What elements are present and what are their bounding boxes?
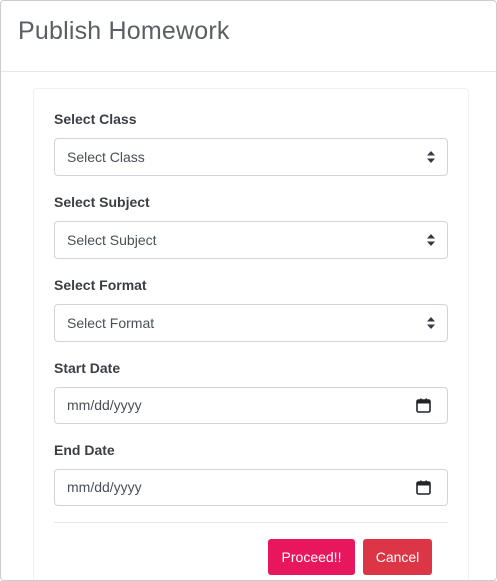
select-subject-value: Select Subject <box>67 232 157 248</box>
select-subject-label: Select Subject <box>54 194 150 210</box>
cancel-button[interactable]: Cancel <box>363 539 432 575</box>
publish-homework-modal: Publish Homework Select Class Select Cla… <box>0 0 497 581</box>
proceed-button[interactable]: Proceed!! <box>268 539 355 575</box>
start-date-placeholder: mm/dd/yyyy <box>67 397 142 413</box>
sort-arrows-icon <box>427 234 435 246</box>
start-date-input[interactable]: mm/dd/yyyy <box>54 387 448 424</box>
sort-arrows-icon <box>427 317 435 329</box>
end-date-input[interactable]: mm/dd/yyyy <box>54 469 448 506</box>
start-date-label: Start Date <box>54 360 121 376</box>
select-format-dropdown[interactable]: Select Format <box>54 304 448 342</box>
modal-header: Publish Homework <box>1 1 496 72</box>
calendar-icon[interactable] <box>416 480 431 495</box>
select-subject-dropdown[interactable]: Select Subject <box>54 221 448 259</box>
end-date-label: End Date <box>54 442 115 458</box>
end-date-placeholder: mm/dd/yyyy <box>67 479 142 495</box>
select-class-dropdown[interactable]: Select Class <box>54 138 448 176</box>
form-divider <box>54 522 448 523</box>
select-class-value: Select Class <box>67 149 145 165</box>
select-format-label: Select Format <box>54 277 147 293</box>
modal-title: Publish Homework <box>18 17 230 45</box>
calendar-icon[interactable] <box>416 398 431 413</box>
sort-arrows-icon <box>427 151 435 163</box>
select-format-value: Select Format <box>67 315 155 331</box>
select-class-label: Select Class <box>54 111 137 127</box>
